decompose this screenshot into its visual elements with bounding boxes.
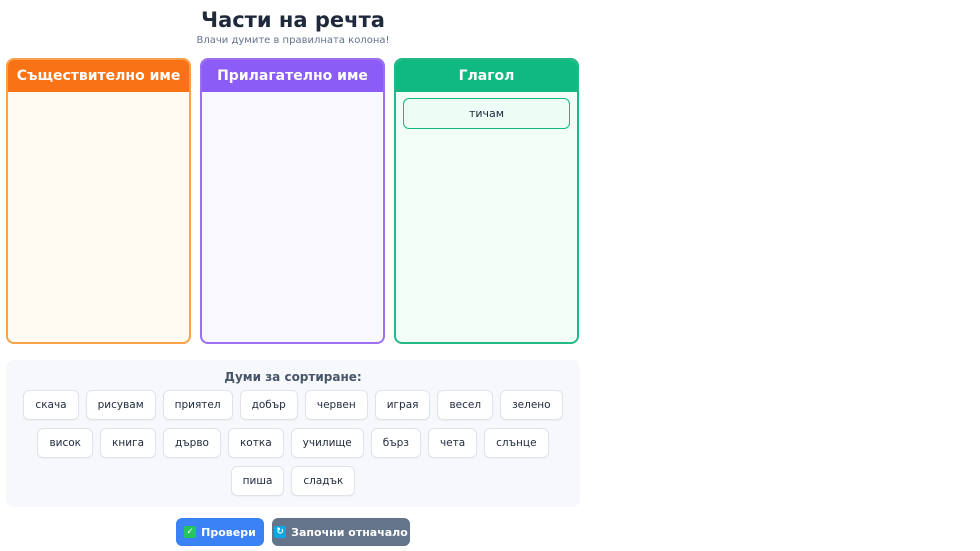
- column-noun-dropzone[interactable]: [8, 92, 189, 104]
- column-adjective-dropzone[interactable]: [202, 92, 383, 104]
- word-chip[interactable]: скача: [23, 390, 79, 420]
- word-bank-row: пиша сладък: [230, 466, 356, 496]
- word-chip[interactable]: котка: [227, 428, 284, 458]
- sorting-game: Части на речта Влачи думите в правилната…: [0, 0, 586, 551]
- column-adjective-header: Прилагателно име: [202, 60, 383, 92]
- word-chip[interactable]: висок: [37, 428, 94, 458]
- word-bank-row: скача рисувам приятел добър червен играя…: [23, 390, 563, 420]
- check-button-label: Провери: [201, 525, 256, 539]
- word-chip[interactable]: рисувам: [85, 390, 156, 420]
- word-chip[interactable]: книга: [100, 428, 156, 458]
- word-chip[interactable]: добър: [239, 390, 298, 420]
- column-verb-header: Глагол: [396, 60, 577, 92]
- reset-button-label: Започни отначало: [291, 525, 408, 539]
- word-chip[interactable]: училище: [290, 428, 364, 458]
- column-verb[interactable]: Глагол тичам: [394, 58, 579, 344]
- word-bank-rows: скача рисувам приятел добър червен играя…: [6, 390, 580, 496]
- reload-icon: ↻: [274, 526, 287, 538]
- word-chip[interactable]: зелено: [500, 390, 563, 420]
- column-noun-header: Съществително име: [8, 60, 189, 92]
- word-chip[interactable]: дърво: [163, 428, 221, 458]
- word-chip[interactable]: приятел: [162, 390, 233, 420]
- word-chip[interactable]: играя: [374, 390, 431, 420]
- word-chip[interactable]: сладък: [291, 466, 356, 496]
- word-bank-title: Думи за сортиране:: [224, 370, 362, 384]
- word-chip[interactable]: чета: [427, 428, 478, 458]
- word-chip[interactable]: бърз: [370, 428, 421, 458]
- word-bank: Думи за сортиране: скача рисувам приятел…: [6, 360, 580, 507]
- checkmark-icon: ✓: [184, 526, 197, 538]
- placed-word-card[interactable]: тичам: [403, 98, 570, 129]
- word-bank-row: висок книга дърво котка училище бърз чет…: [37, 428, 549, 458]
- column-noun[interactable]: Съществително име: [6, 58, 191, 344]
- reset-button[interactable]: ↻ Започни отначало: [272, 518, 410, 546]
- word-chip[interactable]: слънце: [484, 428, 549, 458]
- check-button[interactable]: ✓ Провери: [176, 518, 264, 546]
- column-verb-dropzone[interactable]: тичам: [396, 92, 577, 135]
- page-subtitle: Влачи думите в правилната колона!: [196, 35, 390, 46]
- column-adjective[interactable]: Прилагателно име: [200, 58, 385, 344]
- word-chip[interactable]: пиша: [230, 466, 285, 496]
- word-chip[interactable]: весел: [437, 390, 494, 420]
- page-title: Части на речта: [201, 8, 385, 32]
- word-chip[interactable]: червен: [304, 390, 368, 420]
